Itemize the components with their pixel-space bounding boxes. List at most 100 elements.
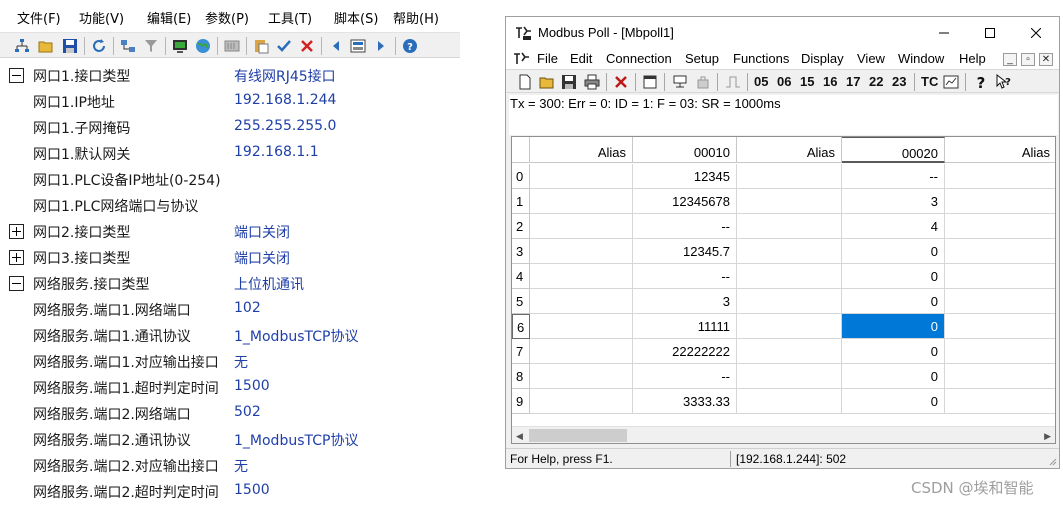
filter-icon[interactable] — [143, 38, 159, 54]
pulse-icon[interactable] — [725, 74, 741, 90]
row-header[interactable]: 9 — [512, 389, 530, 414]
grid-corner[interactable] — [512, 137, 530, 163]
alias-cell[interactable] — [945, 264, 1055, 289]
property-row[interactable]: 网口2.接口类型 端口关闭 — [0, 218, 460, 244]
help-icon[interactable]: ? — [973, 74, 989, 90]
alias-cell[interactable] — [737, 364, 842, 389]
disconnect-icon[interactable] — [695, 74, 711, 90]
value-cell[interactable]: 3 — [842, 189, 945, 214]
scrollbar-thumb[interactable] — [529, 429, 627, 442]
arrow-right-icon[interactable] — [373, 38, 389, 54]
row-header[interactable]: 8 — [512, 364, 530, 389]
traffic-monitor-icon[interactable] — [943, 74, 959, 90]
alias-cell[interactable] — [530, 289, 633, 314]
value-cell[interactable]: -- — [633, 364, 737, 389]
alias-cell[interactable] — [737, 214, 842, 239]
alias-cell[interactable] — [530, 339, 633, 364]
fc16-button[interactable]: 16 — [823, 74, 837, 89]
alias-cell[interactable] — [530, 214, 633, 239]
column-header[interactable]: 00020 — [842, 137, 945, 163]
alias-cell[interactable] — [530, 164, 633, 189]
row-header[interactable]: 5 — [512, 289, 530, 314]
mdi-close-button[interactable]: ✕ — [1039, 53, 1053, 66]
value-cell[interactable]: -- — [842, 164, 945, 189]
alias-cell[interactable] — [945, 189, 1055, 214]
alias-cell[interactable] — [945, 339, 1055, 364]
minimize-button[interactable] — [921, 17, 967, 49]
property-row[interactable]: 网络服务.端口2.通讯协议 1_ModbusTCP协议 — [0, 426, 460, 452]
maximize-button[interactable] — [967, 17, 1013, 49]
row-header[interactable]: 3 — [512, 239, 530, 264]
property-value[interactable]: 有线网RJ45接口 — [234, 66, 336, 86]
mdi-restore-button[interactable]: ▫ — [1021, 53, 1035, 66]
network-tree-icon[interactable] — [14, 38, 30, 54]
title-bar[interactable]: Modbus Poll - [Mbpoll1] — [506, 17, 1059, 49]
value-cell[interactable]: 12345 — [633, 164, 737, 189]
value-cell[interactable]: 0 — [842, 239, 945, 264]
menu-script[interactable]: 脚本(S) — [334, 8, 378, 27]
fc06-button[interactable]: 06 — [777, 74, 791, 89]
mdi-minimize-button[interactable]: _ — [1003, 53, 1017, 66]
property-value[interactable]: 端口关闭 — [234, 248, 290, 268]
connect-icon[interactable] — [120, 38, 136, 54]
property-value[interactable]: 1_ModbusTCP协议 — [234, 430, 358, 450]
menu-help[interactable]: 帮助(H) — [393, 8, 439, 27]
value-cell[interactable]: 3 — [633, 289, 737, 314]
save-icon[interactable] — [62, 38, 78, 54]
column-header[interactable]: 00010 — [633, 137, 737, 163]
fc23-button[interactable]: 23 — [892, 74, 906, 89]
property-value[interactable]: 102 — [234, 300, 261, 316]
column-header[interactable]: Alias — [945, 137, 1055, 163]
menu-display[interactable]: Display — [801, 51, 844, 66]
property-value[interactable]: 端口关闭 — [234, 222, 290, 242]
print-icon[interactable] — [584, 74, 600, 90]
document-icon[interactable] — [512, 51, 530, 67]
context-help-icon[interactable]: ? — [996, 74, 1012, 90]
delete-x-icon[interactable] — [299, 38, 315, 54]
menu-connection[interactable]: Connection — [606, 51, 672, 66]
property-row[interactable]: 网口1.子网掩码 255.255.255.0 — [0, 114, 460, 140]
alias-cell[interactable] — [945, 289, 1055, 314]
alias-cell[interactable] — [945, 239, 1055, 264]
menu-edit[interactable]: 编辑(E) — [147, 8, 191, 27]
property-value[interactable]: 1500 — [234, 482, 270, 498]
delete-x-icon[interactable] — [613, 74, 629, 90]
value-cell[interactable]: 0 — [842, 289, 945, 314]
value-cell[interactable]: 0 — [842, 339, 945, 364]
value-cell[interactable]: -- — [633, 264, 737, 289]
menu-functions[interactable]: Functions — [733, 51, 789, 66]
alias-cell[interactable] — [737, 239, 842, 264]
row-header[interactable]: 1 — [512, 189, 530, 214]
property-value[interactable]: 192.168.1.244 — [234, 92, 336, 108]
refresh-icon[interactable] — [91, 38, 107, 54]
resize-grip-icon[interactable] — [1047, 456, 1057, 466]
alias-cell[interactable] — [530, 264, 633, 289]
alias-cell[interactable] — [945, 314, 1055, 339]
arrow-left-icon[interactable] — [328, 38, 344, 54]
property-row[interactable]: 网络服务.端口2.对应输出接口无 — [0, 452, 460, 478]
property-value[interactable]: 1500 — [234, 378, 270, 394]
value-cell[interactable]: 0 — [842, 264, 945, 289]
fc22-button[interactable]: 22 — [869, 74, 883, 89]
row-header[interactable]: 2 — [512, 214, 530, 239]
alias-cell[interactable] — [737, 189, 842, 214]
alias-cell[interactable] — [737, 389, 842, 414]
scroll-right-icon[interactable]: ▶ — [1044, 431, 1051, 442]
property-value[interactable]: 上位机通讯 — [234, 274, 304, 294]
fc05-button[interactable]: 05 — [754, 74, 768, 89]
value-cell[interactable]: 22222222 — [633, 339, 737, 364]
alias-cell[interactable] — [945, 164, 1055, 189]
menu-setup[interactable]: Setup — [685, 51, 719, 66]
menu-edit[interactable]: Edit — [570, 51, 592, 66]
alias-cell[interactable] — [737, 314, 842, 339]
property-row[interactable]: 网口1.默认网关 192.168.1.1 — [0, 140, 460, 166]
row-header[interactable]: 4 — [512, 264, 530, 289]
new-document-icon[interactable] — [517, 74, 533, 90]
module-icon[interactable] — [224, 38, 240, 54]
connect-icon[interactable] — [672, 74, 688, 90]
data-block-icon[interactable] — [350, 38, 366, 54]
globe-icon[interactable] — [195, 38, 211, 54]
property-value[interactable]: 无 — [234, 456, 248, 476]
property-row[interactable]: 网络服务.端口2.超时判定时间 1500 — [0, 478, 460, 504]
alias-cell[interactable] — [737, 264, 842, 289]
